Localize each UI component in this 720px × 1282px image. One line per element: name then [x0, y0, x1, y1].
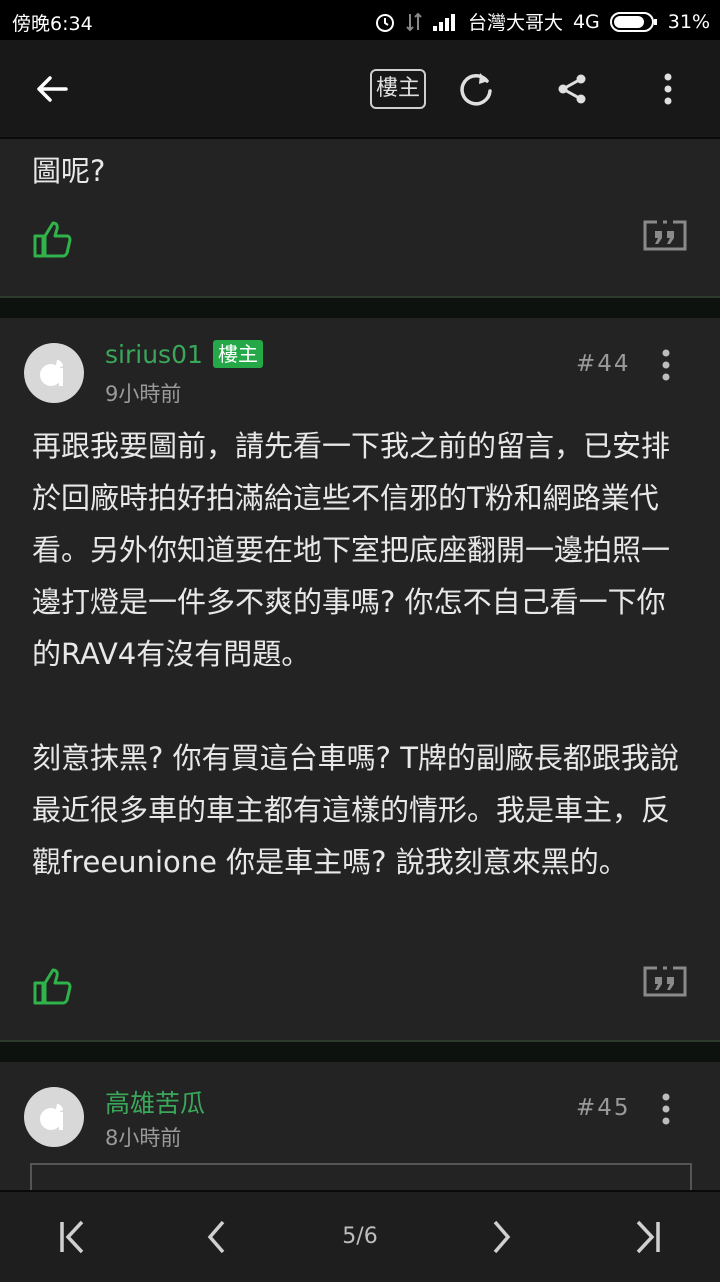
- app-toolbar: 樓主: [0, 40, 720, 139]
- op-badge: 樓主: [213, 340, 263, 368]
- page-indicator[interactable]: 5/6: [320, 1192, 400, 1282]
- quote-reply-button[interactable]: [642, 961, 688, 1005]
- post-more-button[interactable]: [654, 348, 678, 382]
- signal-icon: [432, 13, 455, 31]
- post-floor-number: #45: [576, 1095, 631, 1121]
- like-button[interactable]: [32, 219, 72, 263]
- previous-page-button[interactable]: [176, 1192, 256, 1282]
- status-bar: 傍晚6:34 台灣大哥大 4G 31%: [0, 0, 720, 40]
- avatar[interactable]: [24, 343, 84, 403]
- quote-icon: [643, 218, 687, 251]
- pagination-bar: 5/6: [0, 1190, 720, 1282]
- post-separator: [0, 296, 720, 318]
- refresh-button[interactable]: [444, 40, 508, 137]
- post-body: 再跟我要圖前，請先看一下我之前的留言，已安排於回廠時拍好拍滿給這些不信邪的T粉和…: [32, 429, 679, 879]
- quote-icon: [643, 964, 687, 997]
- post-body: 圖呢?: [32, 154, 106, 188]
- share-button[interactable]: [540, 40, 604, 137]
- louzhu-filter-label: 樓主: [369, 68, 426, 109]
- thumbs-up-icon: [33, 968, 72, 1005]
- chevron-right-icon: [493, 1220, 511, 1254]
- post-username[interactable]: sirius01: [105, 340, 203, 369]
- post-time: 8小時前: [105, 1126, 182, 1150]
- first-page-icon: [60, 1220, 84, 1254]
- louzhu-filter-button[interactable]: 樓主: [366, 40, 430, 137]
- arrow-left-icon: [37, 75, 68, 102]
- more-vertical-icon: [662, 1093, 670, 1125]
- avatar[interactable]: [24, 1087, 84, 1147]
- battery-icon: [609, 11, 657, 32]
- network-type: 4G: [572, 10, 600, 33]
- previous-post-card: 圖呢?: [0, 139, 720, 296]
- battery-level: 31%: [667, 10, 710, 33]
- status-time: 傍晚6:34: [12, 13, 93, 35]
- chevron-left-icon: [207, 1220, 225, 1254]
- status-indicators: 台灣大哥大 4G 31%: [374, 8, 710, 35]
- first-page-button[interactable]: [32, 1192, 112, 1282]
- alarm-icon: [375, 13, 394, 32]
- default-avatar-icon: [40, 360, 63, 386]
- like-button[interactable]: [32, 966, 72, 1010]
- share-icon: [558, 74, 586, 103]
- data-transfer-icon: [406, 12, 422, 31]
- more-vertical-icon: [664, 73, 672, 104]
- more-vertical-icon: [662, 349, 670, 381]
- post-time: 9小時前: [105, 382, 182, 406]
- post-more-button[interactable]: [654, 1092, 678, 1126]
- overflow-menu-button[interactable]: [636, 40, 700, 137]
- post-floor-number: #44: [576, 351, 631, 377]
- next-page-button[interactable]: [462, 1192, 542, 1282]
- default-avatar-icon: [40, 1104, 63, 1130]
- thumbs-up-icon: [33, 221, 72, 258]
- post-username[interactable]: 高雄苦瓜: [105, 1084, 205, 1120]
- post-separator: [0, 1040, 720, 1062]
- refresh-icon: [460, 72, 492, 105]
- quote-reply-button[interactable]: [642, 215, 688, 259]
- last-page-icon: [636, 1220, 660, 1254]
- back-button[interactable]: [20, 40, 84, 137]
- carrier-name: 台灣大哥大: [467, 12, 563, 34]
- post-card: sirius01 樓主 9小時前 #44 再跟我要圖前，請先看一下我之前的留言，…: [0, 318, 720, 1040]
- last-page-button[interactable]: [608, 1192, 688, 1282]
